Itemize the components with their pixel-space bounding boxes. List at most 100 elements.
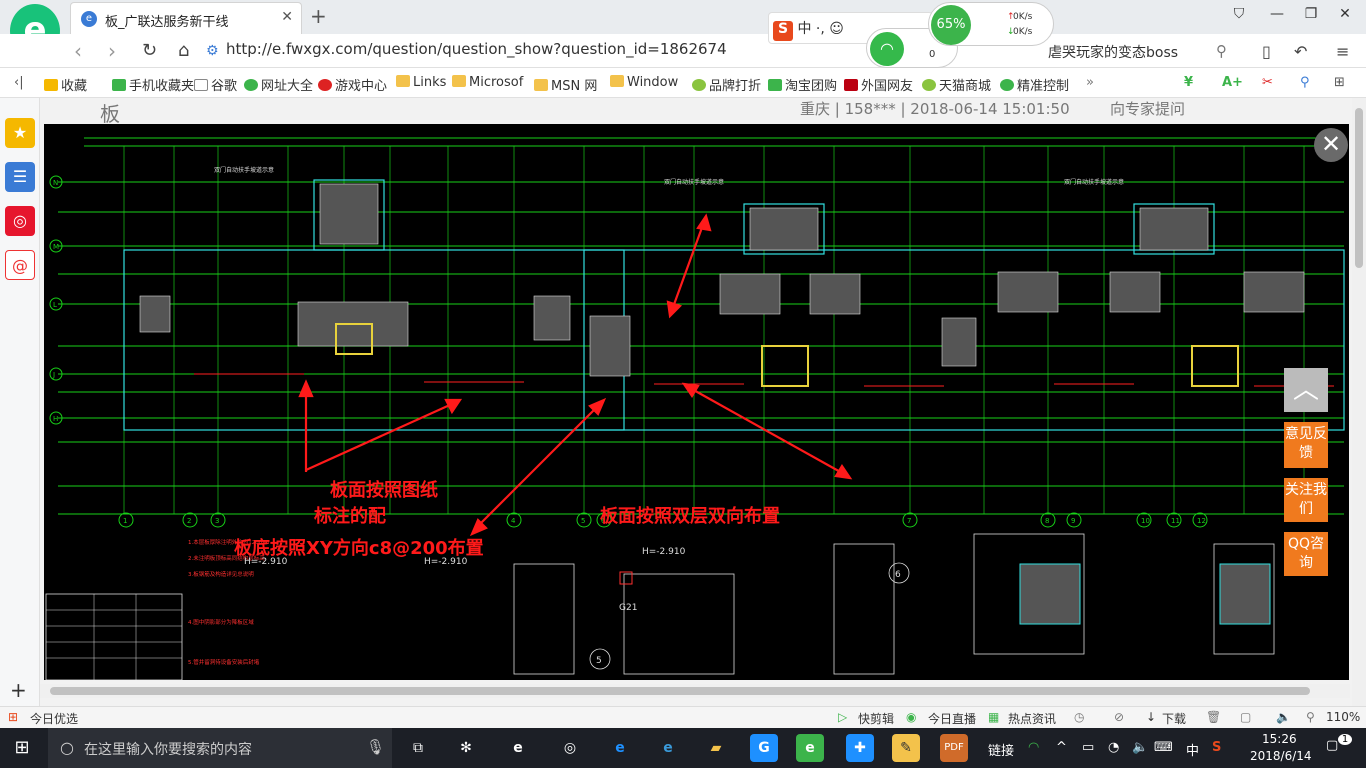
network-speed-widget[interactable]: 65% ↑ 0K/s ↓ 0K/s xyxy=(928,2,1054,46)
tray-battery-icon[interactable]: ▭ xyxy=(1082,740,1094,755)
add-sidebar-icon[interactable]: + xyxy=(10,678,27,702)
more-bookmarks-icon[interactable]: » xyxy=(1086,75,1094,90)
app-pinwheel-icon[interactable]: ✻ xyxy=(452,734,480,762)
browser-sidebar: ★ ☰ ◎ @ + xyxy=(0,98,40,706)
back-to-top-button[interactable]: ︿ xyxy=(1284,368,1328,412)
bookmark-item[interactable]: MSN 网 xyxy=(534,75,597,94)
browser-tab[interactable]: e 板_广联达服务新干线 ✕ xyxy=(70,2,302,34)
site-info-icon[interactable]: ⚙ xyxy=(206,43,219,59)
status-zoom[interactable]: 110% xyxy=(1326,710,1360,724)
microphone-icon[interactable]: 🎙 xyxy=(366,738,385,756)
bookmark-item[interactable]: 网址大全 xyxy=(244,75,313,94)
bookmark-item[interactable]: 收藏 xyxy=(44,75,87,94)
mail-icon[interactable]: @ xyxy=(5,250,35,280)
axis-label: M xyxy=(53,243,59,251)
app-pdf-icon[interactable]: PDF xyxy=(940,734,968,762)
app-360-browser-icon[interactable]: e xyxy=(796,734,824,762)
bookmark-item[interactable]: Links xyxy=(396,75,446,90)
shield-icon[interactable]: ¥ xyxy=(1184,75,1193,90)
status-today-picks[interactable]: 今日优选 xyxy=(30,710,78,727)
status-download[interactable]: 下载 xyxy=(1162,710,1186,727)
mobile-icon[interactable]: ▯ xyxy=(1262,42,1271,61)
tray-ime[interactable]: 中 xyxy=(1186,740,1199,759)
list-icon[interactable]: ☰ xyxy=(5,162,35,192)
vertical-scrollbar[interactable] xyxy=(1352,98,1366,706)
window-icon[interactable]: ▢ xyxy=(1240,710,1251,724)
status-quick-clip[interactable]: 快剪辑 xyxy=(858,710,894,727)
status-live[interactable]: 今日直播 xyxy=(928,710,976,727)
delete-icon[interactable]: 🗑 xyxy=(1206,710,1221,724)
bookmark-item[interactable]: 品牌打折 xyxy=(692,75,761,94)
question-meta: 重庆 | 158*** | 2018-06-14 15:01:50 xyxy=(800,100,1070,118)
speed-dial-icon[interactable]: ◷ xyxy=(1074,710,1084,724)
tray-volume-icon[interactable]: 🔈 xyxy=(1132,740,1148,755)
windows-start-icon[interactable]: ⊞ xyxy=(8,734,36,762)
taskbar-search[interactable]: ○ 在这里输入你要搜索的内容 🎙 xyxy=(48,728,392,768)
close-viewer-button[interactable]: ✕ xyxy=(1314,128,1348,162)
qq-consult-button[interactable]: QQ咨询 xyxy=(1284,532,1328,576)
app-edge-icon[interactable]: e xyxy=(606,734,634,762)
reload-icon[interactable]: ↻ xyxy=(142,40,157,61)
find-icon[interactable]: ⚲ xyxy=(1300,75,1310,90)
browser-title-bar: e e 板_广联达服务新干线 ✕ + ⛉ — ❐ ✕ xyxy=(0,0,1366,58)
tray-wifi-icon[interactable]: ◠ xyxy=(1028,740,1039,755)
bookmark-item[interactable]: 手机收藏夹 xyxy=(112,75,194,94)
svg-text:4.图中阴影部分为降板区域: 4.图中阴影部分为降板区域 xyxy=(188,618,254,626)
feedback-button[interactable]: 意见反馈 xyxy=(1284,422,1328,468)
app-explorer-folder-icon[interactable]: ▰ xyxy=(702,734,730,762)
minimize-button[interactable]: — xyxy=(1262,6,1292,22)
sidebar-toggle-icon[interactable]: ‹| xyxy=(14,75,24,90)
bookmark-item[interactable]: 游戏中心 xyxy=(318,75,387,94)
new-tab-button[interactable]: + xyxy=(310,4,327,28)
weibo-icon[interactable]: ◎ xyxy=(5,206,35,236)
app-plus-icon[interactable]: ✚ xyxy=(846,734,874,762)
ask-expert-link[interactable]: 向专家提问 xyxy=(1110,98,1185,119)
bookmark-item[interactable]: Window xyxy=(610,75,678,90)
bookmark-item[interactable]: Microsof xyxy=(452,75,523,90)
bookmark-item[interactable]: 精准控制 xyxy=(1000,75,1069,94)
follow-us-button[interactable]: 关注我们 xyxy=(1284,478,1328,522)
url-input[interactable]: http://e.fwxgx.com/question/question_sho… xyxy=(226,40,727,58)
menu-icon[interactable]: ≡ xyxy=(1336,42,1349,61)
horizontal-scrollbar[interactable] xyxy=(40,684,1350,698)
forward-icon[interactable]: › xyxy=(108,39,116,63)
app-browser-e-icon[interactable]: e xyxy=(504,734,532,762)
task-view-icon[interactable]: ⧉ xyxy=(404,734,432,762)
notification-icon[interactable]: ▢ xyxy=(1326,738,1338,753)
cad-drawing-viewer[interactable]: 双门自动扶手坡道示意 双门自动扶手坡道示意 双门自动扶手坡道示意 1.本层板厚除… xyxy=(44,124,1349,680)
bookmark-item[interactable]: 外国网友 xyxy=(844,75,913,94)
favorites-star-icon[interactable]: ★ xyxy=(5,118,35,148)
translate-icon[interactable]: A+ xyxy=(1222,75,1243,90)
app-glodon-icon[interactable]: G xyxy=(750,734,778,762)
tray-time[interactable]: 15:26 xyxy=(1262,732,1297,746)
back-icon[interactable]: ‹ xyxy=(74,39,82,63)
scrollbar-thumb[interactable] xyxy=(50,687,1310,695)
pin-icon[interactable]: ⛉ xyxy=(1224,6,1254,22)
tray-chevron-icon[interactable]: ^ xyxy=(1056,740,1067,755)
search-icon[interactable]: ⚲ xyxy=(1216,42,1227,60)
flag-icon xyxy=(844,79,858,91)
tab-close-icon[interactable]: ✕ xyxy=(281,9,293,25)
maximize-button[interactable]: ❐ xyxy=(1296,6,1326,22)
bookmark-item[interactable]: 谷歌 xyxy=(194,75,237,94)
app-ie-icon[interactable]: e xyxy=(654,734,682,762)
status-news[interactable]: 热点资讯 xyxy=(1008,710,1056,727)
scrollbar-thumb[interactable] xyxy=(1355,108,1363,268)
tray-keyboard-icon[interactable]: ⌨ xyxy=(1154,740,1173,755)
tray-link-label[interactable]: 链接 xyxy=(988,740,1014,759)
tray-sogou-icon[interactable]: S xyxy=(1212,740,1221,755)
sound-icon[interactable]: 🔈 xyxy=(1276,710,1291,724)
grid-icon[interactable]: ⊞ xyxy=(1334,75,1345,90)
filter-icon[interactable]: ⊘ xyxy=(1114,710,1124,724)
home-icon[interactable]: ⌂ xyxy=(178,40,189,61)
bookmark-item[interactable]: 淘宝团购 xyxy=(768,75,837,94)
bookmark-item[interactable]: 天猫商城 xyxy=(922,75,991,94)
tray-network-icon[interactable]: ◔ xyxy=(1108,740,1119,755)
close-window-button[interactable]: ✕ xyxy=(1330,6,1360,22)
app-notes-icon[interactable]: ✎ xyxy=(892,734,920,762)
undo-icon[interactable]: ↶ xyxy=(1294,42,1307,61)
search-input[interactable]: 虐哭玩家的变态boss xyxy=(1048,42,1178,62)
scissors-icon[interactable]: ✂ xyxy=(1262,75,1273,90)
tray-date[interactable]: 2018/6/14 xyxy=(1250,749,1312,763)
app-swirl-icon[interactable]: ◎ xyxy=(556,734,584,762)
